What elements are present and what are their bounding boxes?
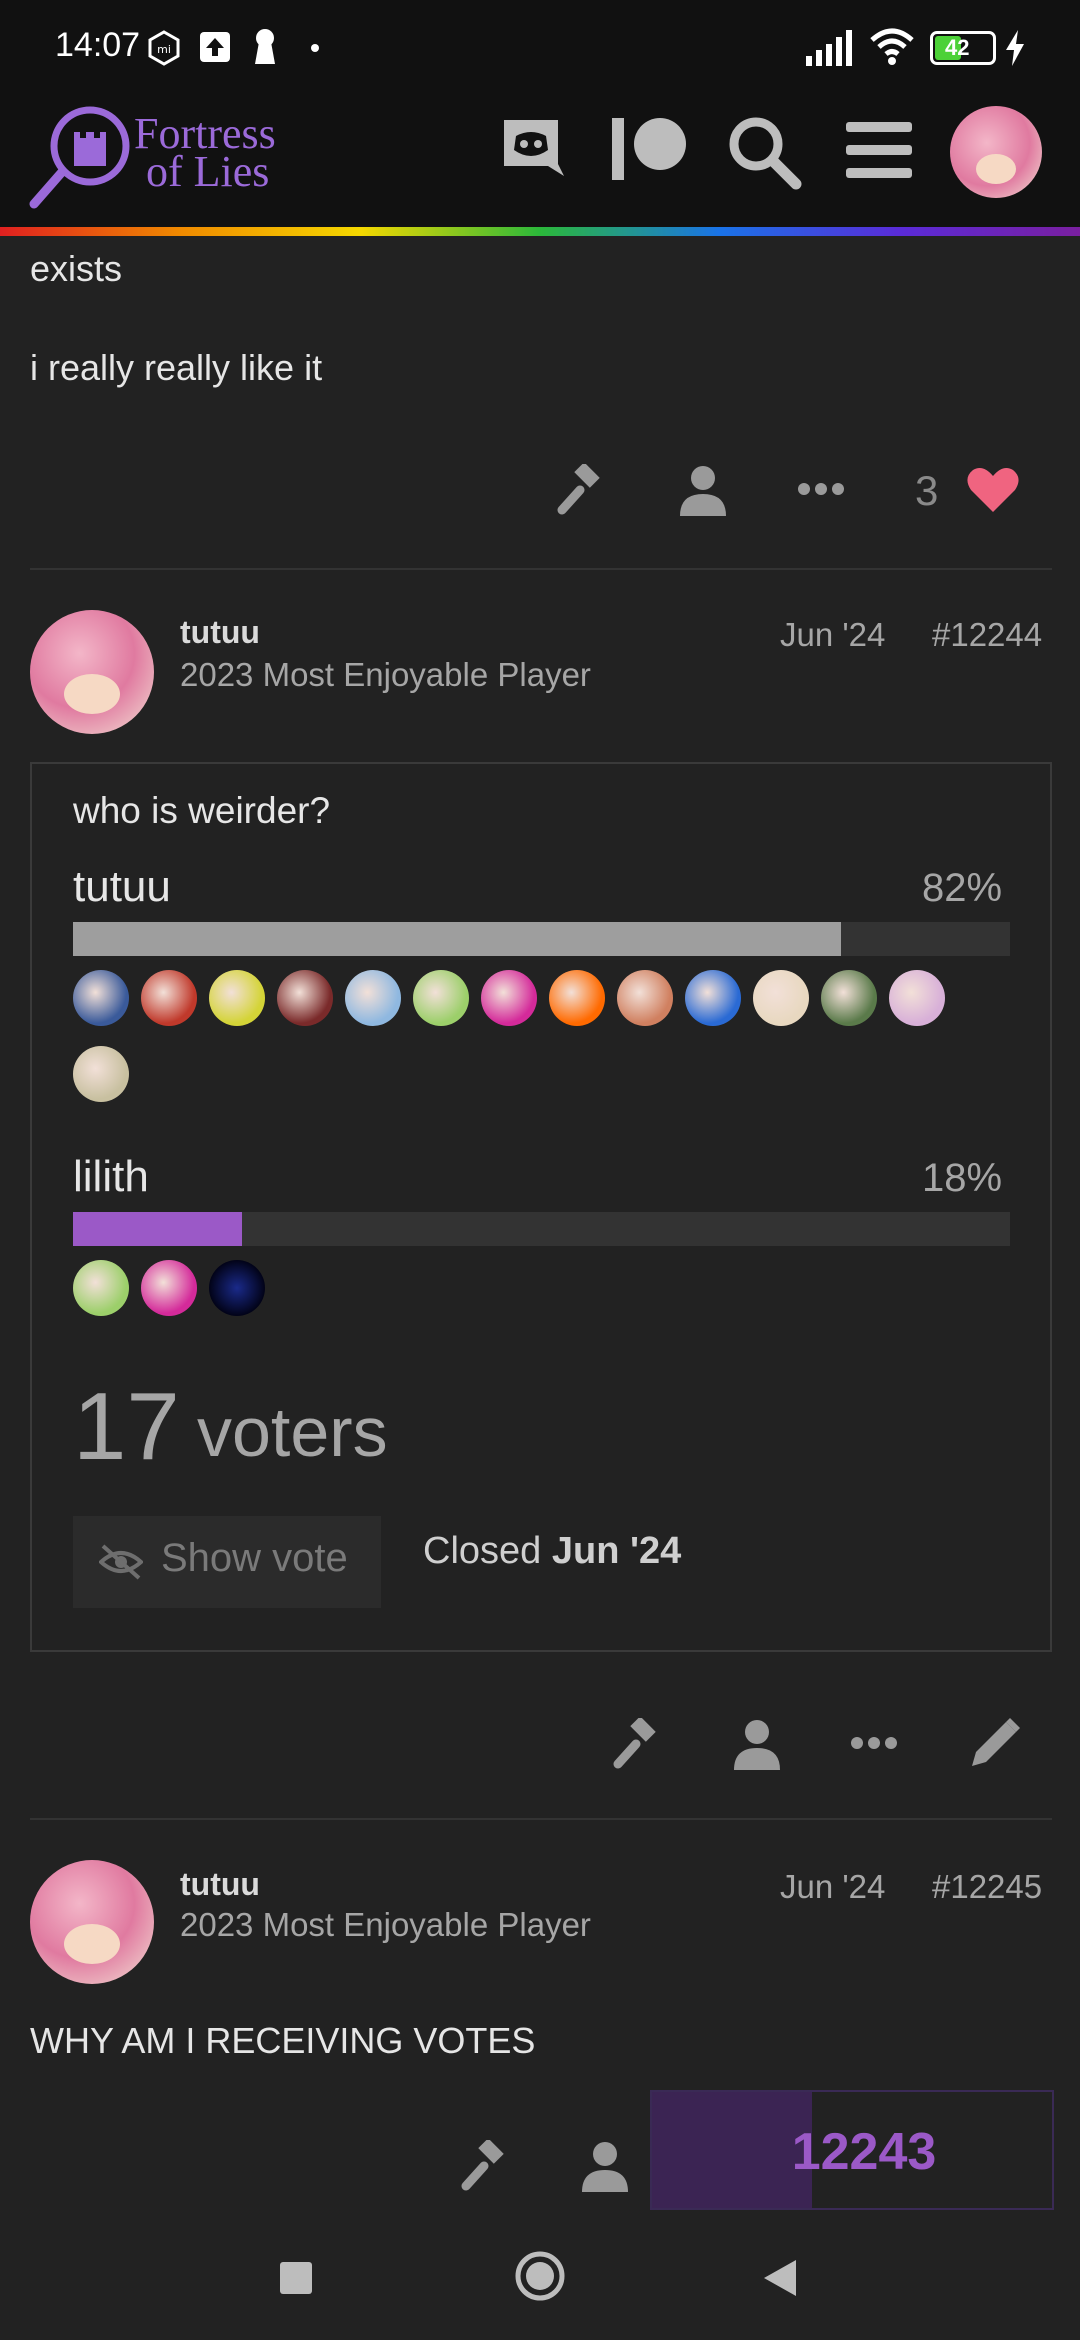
rainbow-divider [0, 227, 1080, 236]
menu-icon[interactable] [846, 122, 912, 178]
topic-progress-number: 12243 [791, 2123, 937, 2181]
status-bar: 14:07 mi 42 [0, 0, 1080, 92]
show-vote-label: Show vote [161, 1536, 348, 1580]
poll-bar-fill [73, 1212, 242, 1246]
post-avatar[interactable] [30, 610, 154, 734]
recents-button[interactable] [280, 2262, 312, 2294]
poll-question: who is weirder? [73, 790, 331, 831]
voter-avatar[interactable] [617, 970, 673, 1026]
search-icon[interactable] [726, 114, 802, 190]
voter-avatar[interactable] [209, 970, 265, 1026]
poll-option-percent: 18% [922, 1156, 1003, 1200]
voter-avatar[interactable] [141, 1260, 197, 1316]
previous-post-line1: exists [30, 248, 123, 289]
signal-icon [806, 30, 852, 66]
poll-closed-status: Closed Jun '24 [423, 1530, 681, 1573]
status-time: 14:07 [55, 26, 141, 64]
post-body: WHY AM I RECEIVING VOTES [30, 2020, 536, 2061]
user-avatar[interactable] [950, 106, 1042, 198]
poll-closed-prefix: Closed [423, 1530, 542, 1572]
post-divider [30, 568, 1052, 570]
user-icon[interactable] [582, 2140, 628, 2192]
gavel-icon[interactable] [612, 1718, 664, 1770]
voter-avatar[interactable] [889, 970, 945, 1026]
edit-pencil-icon[interactable] [968, 1716, 1022, 1770]
user-icon[interactable] [680, 464, 726, 516]
post-number[interactable]: #12245 [932, 1868, 1042, 1906]
gavel-icon[interactable] [556, 464, 608, 516]
voter-avatar[interactable] [141, 970, 197, 1026]
voter-avatar[interactable] [821, 970, 877, 1026]
voter-avatar[interactable] [549, 970, 605, 1026]
post-username[interactable]: tutuu [180, 614, 260, 651]
dot-icon [311, 44, 319, 52]
more-icon[interactable] [797, 482, 845, 496]
battery-icon: 42 [930, 31, 996, 65]
home-button[interactable] [514, 2250, 566, 2302]
post-user-title: 2023 Most Enjoyable Player [180, 656, 591, 693]
mi-icon: mi [148, 30, 180, 66]
post-divider [30, 1818, 1052, 1820]
voter-avatar[interactable] [753, 970, 809, 1026]
post-date[interactable]: Jun '24 [780, 1868, 885, 1906]
system-nav-bar [0, 2220, 1080, 2340]
voter-avatar[interactable] [73, 970, 129, 1026]
voter-avatar[interactable] [73, 1260, 129, 1316]
post-avatar[interactable] [30, 1860, 154, 1984]
eye-slash-icon [99, 1544, 143, 1580]
fortress-logo-icon [29, 106, 130, 209]
poll-voters-count: 17 [73, 1373, 180, 1480]
poll-bar [73, 1212, 1010, 1246]
poll-option-percent: 82% [922, 866, 1003, 910]
site-logo[interactable]: Fortress of Lies [28, 100, 328, 210]
post-user-title: 2023 Most Enjoyable Player [180, 1906, 591, 1943]
logo-line2: of Lies [146, 147, 270, 196]
poll-bar [73, 922, 1010, 956]
discord-icon[interactable] [498, 114, 564, 180]
site-header: Fortress of Lies [0, 92, 1080, 230]
heart-icon[interactable] [967, 466, 1019, 514]
svg-text:mi: mi [157, 43, 171, 56]
post-number[interactable]: #12244 [932, 616, 1042, 654]
voter-avatar[interactable] [345, 970, 401, 1026]
voter-avatar[interactable] [685, 970, 741, 1026]
poll-bar-fill [73, 922, 842, 956]
voter-avatar[interactable] [277, 970, 333, 1026]
show-vote-button[interactable]: Show vote [73, 1516, 381, 1608]
upload-icon [200, 32, 230, 62]
voter-avatar[interactable] [413, 970, 469, 1026]
poll-option-label: tutuu [73, 862, 171, 911]
poll-closed-date: Jun '24 [551, 1530, 682, 1572]
battery-level: 42 [945, 35, 970, 60]
post-username[interactable]: tutuu [180, 1866, 260, 1903]
previous-post-line2: i really really like it [30, 347, 323, 388]
keyhole-icon [255, 29, 275, 64]
voter-avatar[interactable] [73, 1046, 129, 1102]
poll-voters-label: voters [197, 1393, 388, 1471]
patreon-icon[interactable] [608, 114, 688, 180]
voter-avatar[interactable] [481, 970, 537, 1026]
wifi-icon [870, 28, 914, 65]
post-date[interactable]: Jun '24 [780, 616, 885, 654]
voter-avatar[interactable] [209, 1260, 265, 1316]
topic-progress-widget[interactable]: 12243 [650, 2090, 1054, 2210]
charging-icon [1006, 30, 1024, 66]
back-button[interactable] [762, 2258, 798, 2298]
more-icon[interactable] [850, 1736, 898, 1750]
like-count: 3 [915, 467, 939, 514]
gavel-icon[interactable] [460, 2140, 512, 2192]
user-icon[interactable] [734, 1718, 780, 1770]
poll-option-label: lilith [73, 1152, 149, 1201]
